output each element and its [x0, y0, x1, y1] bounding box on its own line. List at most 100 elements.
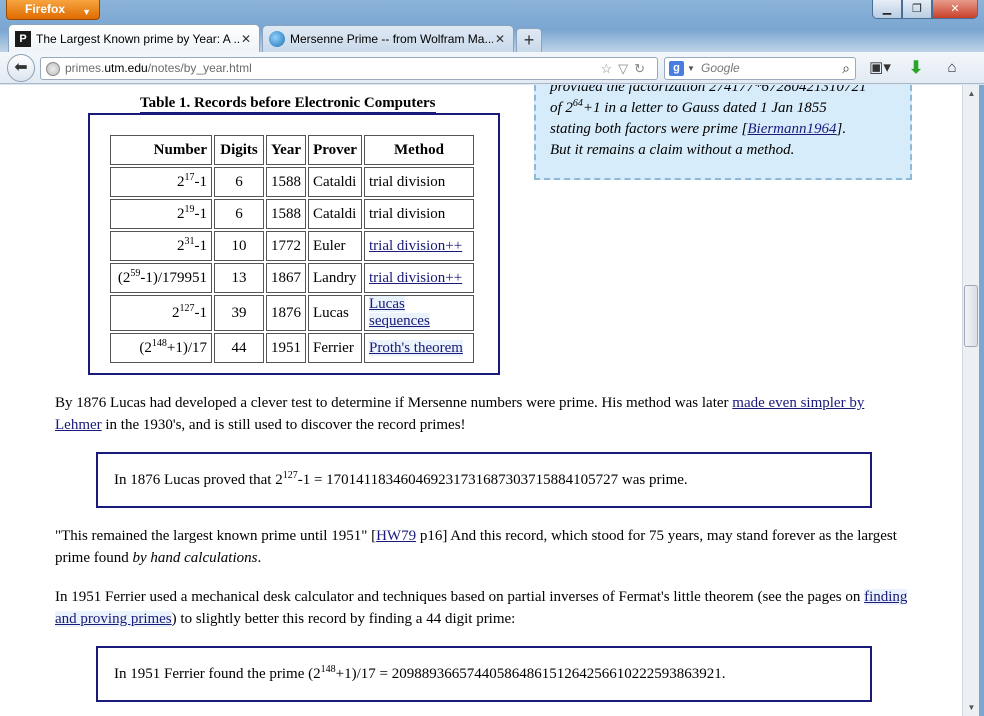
cell-number: 2127-1: [110, 295, 212, 331]
method-link[interactable]: Proth's theorem: [369, 339, 463, 356]
scrollbar-thumb[interactable]: [964, 285, 978, 347]
cell-year: 1588: [266, 167, 306, 197]
maximize-button[interactable]: ❐: [902, 0, 932, 19]
tab-mersenne-prime[interactable]: Mersenne Prime -- from Wolfram Ma... ✕: [262, 25, 514, 52]
table-row: 2127-1 39 1876 Lucas Lucas sequences: [110, 295, 474, 331]
made-even-simpler-link[interactable]: made even simpler by: [732, 395, 864, 411]
cell-digits: 10: [214, 231, 264, 261]
navigation-toolbar: ⬅ primes.utm.edu/notes/by_year.html ☆▽↻ …: [0, 52, 984, 84]
header-digits: Digits: [214, 135, 264, 165]
table-row: (2148+1)/17 44 1951 Ferrier Proth's theorem: [110, 333, 474, 363]
biermann1964-link[interactable]: Biermann1964: [747, 121, 836, 137]
chevron-down-icon: ▼: [687, 64, 695, 73]
scroll-down-icon[interactable]: ▼: [963, 699, 980, 716]
url-host: utm.edu: [104, 61, 148, 75]
search-icon[interactable]: ⌕: [842, 58, 850, 79]
search-box[interactable]: g ▼ Google ⌕: [664, 57, 856, 80]
download-arrow-icon[interactable]: ⬇: [902, 57, 930, 79]
history-dropdown-icon[interactable]: ▽: [618, 61, 634, 76]
close-tab-icon[interactable]: ✕: [493, 32, 507, 46]
cell-number: 231-1: [110, 231, 212, 261]
method-link[interactable]: trial division++: [369, 238, 462, 254]
records-table-box: Number Digits Year Prover Method 217-1 6 1…: [88, 113, 500, 375]
cell-number: 219-1: [110, 199, 212, 229]
new-tab-button[interactable]: +: [516, 28, 542, 52]
table-row: 231-1 10 1772 Euler trial division++: [110, 231, 474, 261]
url-bar[interactable]: primes.utm.edu/notes/by_year.html ☆▽↻: [40, 57, 658, 80]
tab-title: The Largest Known prime by Year: A ...: [36, 31, 239, 46]
table-header-row: Number Digits Year Prover Method: [110, 135, 474, 165]
note-line: stating both factors were prime [Bierman…: [550, 121, 847, 137]
cell-method: trial division++: [364, 231, 474, 261]
google-engine-icon[interactable]: g: [669, 61, 684, 76]
lehmer-link[interactable]: Lehmer: [55, 417, 102, 433]
method-link[interactable]: trial division++: [369, 270, 462, 286]
tab-title: Mersenne Prime -- from Wolfram Ma...: [290, 32, 493, 46]
chevron-down-icon: ▼: [82, 7, 91, 17]
cell-year: 1772: [266, 231, 306, 261]
hw79-link[interactable]: HW79: [376, 528, 416, 544]
paragraph-record-stood: "This remained the largest known prime u…: [55, 528, 897, 566]
cell-digits: 6: [214, 199, 264, 229]
cell-digits: 39: [214, 295, 264, 331]
arrow-left-icon: ⬅: [14, 59, 28, 76]
paragraph-ferrier: In 1951 Ferrier used a mechanical desk c…: [55, 589, 908, 627]
records-table: Number Digits Year Prover Method 217-1 6 1…: [108, 133, 476, 365]
table-row: 219-1 6 1588 Cataldi trial division: [110, 199, 474, 229]
search-placeholder: Google: [701, 61, 740, 75]
home-icon[interactable]: ⌂: [938, 57, 966, 79]
reload-icon[interactable]: ↻: [634, 61, 651, 76]
cell-digits: 13: [214, 263, 264, 293]
note-line: of 264+1 in a letter to Gauss dated 1 Ja…: [550, 98, 827, 117]
firefox-menu-label: Firefox: [25, 2, 66, 16]
cell-prover: Landry: [308, 263, 362, 293]
finding-link[interactable]: finding: [864, 589, 908, 605]
cell-method: trial division: [364, 167, 474, 197]
lucas-record-box: In 1876 Lucas proved that 2127-1 = 17014…: [96, 452, 872, 508]
cell-method: trial division++: [364, 263, 474, 293]
url-prefix: primes.: [65, 61, 105, 75]
scroll-up-icon[interactable]: ▲: [963, 85, 980, 102]
minimize-button[interactable]: ▁: [872, 0, 902, 19]
cell-prover: Ferrier: [308, 333, 362, 363]
back-button[interactable]: ⬅: [7, 54, 35, 82]
method-text: trial division: [369, 205, 446, 222]
paragraph-lucas: By 1876 Lucas had developed a clever tes…: [55, 395, 865, 433]
cell-number: (2148+1)/17: [110, 333, 212, 363]
cell-digits: 44: [214, 333, 264, 363]
bookmark-star-icon[interactable]: ☆: [600, 61, 618, 76]
firefox-menu-button[interactable]: Firefox ▼: [6, 0, 100, 20]
cell-prover: Lucas: [308, 295, 362, 331]
note-line: provided the factorization 274177*672804…: [550, 85, 867, 95]
cell-prover: Euler: [308, 231, 362, 261]
close-tab-icon[interactable]: ✕: [239, 32, 253, 46]
tab-largest-known-prime[interactable]: P The Largest Known prime by Year: A ...…: [8, 24, 260, 52]
note-line: But it remains a claim without a method.: [550, 142, 795, 158]
page-content: provided the factorization 274177*672804…: [0, 85, 962, 716]
cell-year: 1876: [266, 295, 306, 331]
vertical-scrollbar[interactable]: ▲ ▼: [962, 85, 979, 716]
ferrier-record-box: In 1951 Ferrier found the prime (2148+1)…: [96, 646, 872, 702]
cell-method: trial division: [364, 199, 474, 229]
proving-primes-link[interactable]: and proving primes: [55, 611, 172, 627]
bookmarks-menu-icon[interactable]: ▣▾: [866, 57, 894, 79]
cell-number: (259-1)/179951: [110, 263, 212, 293]
cell-prover: Cataldi: [308, 167, 362, 197]
window-border: [979, 85, 984, 716]
table-row: 217-1 6 1588 Cataldi trial division: [110, 167, 474, 197]
header-prover: Prover: [308, 135, 362, 165]
close-window-button[interactable]: ✕: [932, 0, 978, 19]
window-controls: ▁ ❐ ✕: [872, 0, 978, 19]
cell-number: 217-1: [110, 167, 212, 197]
url-path: /notes/by_year.html: [147, 61, 252, 75]
cell-year: 1951: [266, 333, 306, 363]
method-link[interactable]: Lucas sequences: [369, 296, 430, 329]
tab-strip: P The Largest Known prime by Year: A ...…: [8, 24, 542, 52]
cell-method: Proth's theorem: [364, 333, 474, 363]
header-number: Number: [110, 135, 212, 165]
cell-year: 1588: [266, 199, 306, 229]
table-caption: Table 1. Records before Electronic Compu…: [140, 95, 436, 114]
header-year: Year: [266, 135, 306, 165]
wolfram-favicon-icon: [269, 31, 285, 47]
note-box: provided the factorization 274177*672804…: [534, 85, 912, 180]
